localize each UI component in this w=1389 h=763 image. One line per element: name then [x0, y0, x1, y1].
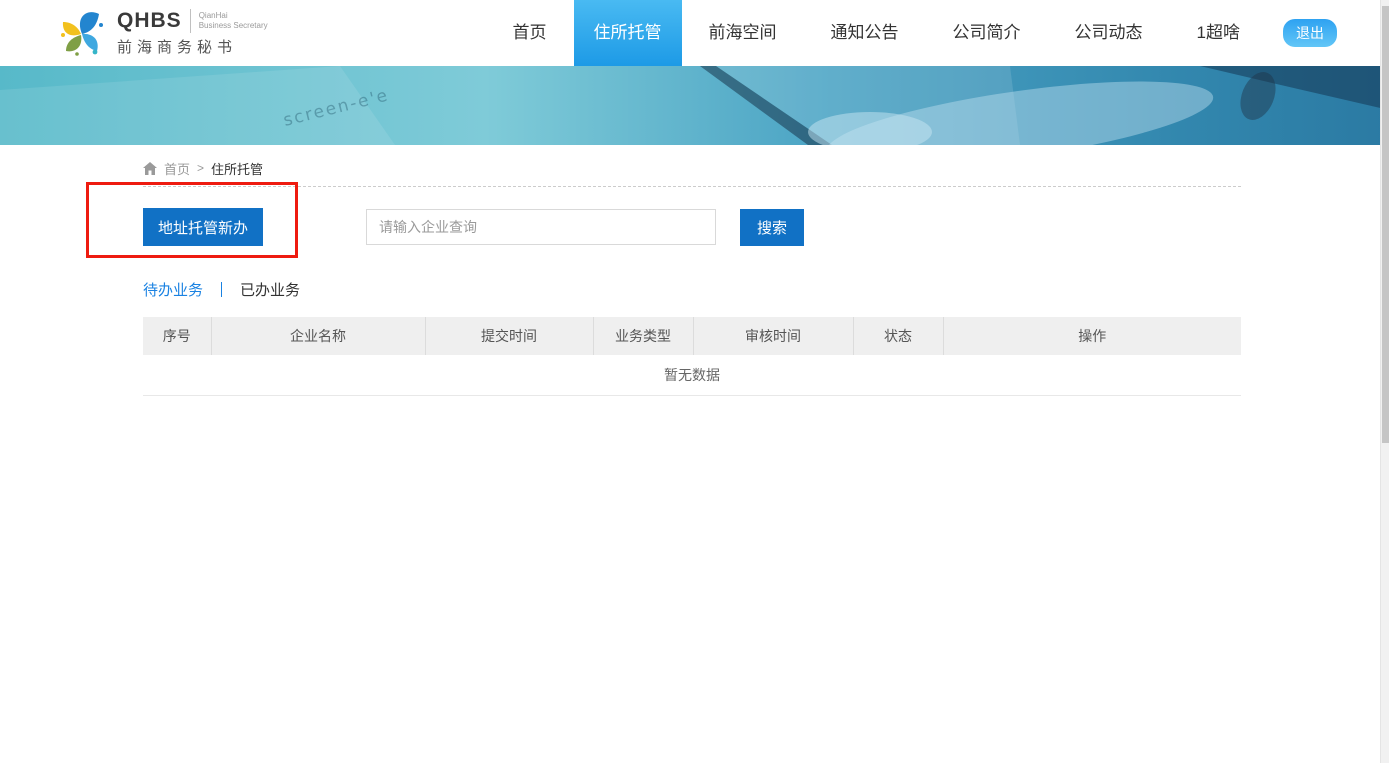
- breadcrumb: 首页 > 住所托管: [143, 145, 1241, 178]
- column-review-time: 审核时间: [693, 317, 853, 355]
- column-submit-time: 提交时间: [425, 317, 593, 355]
- logo-pinwheel-icon: [55, 7, 107, 59]
- logo-abbr: QHBS: [117, 9, 182, 33]
- vertical-scrollbar[interactable]: [1380, 0, 1389, 763]
- logout-button[interactable]: 退出: [1283, 19, 1337, 47]
- tab-divider: [221, 282, 222, 297]
- banner-image: screen-e'e: [0, 66, 1389, 145]
- breadcrumb-current: 住所托管: [211, 159, 263, 178]
- empty-data-text: 暂无数据: [143, 355, 1241, 395]
- tab-pending-business[interactable]: 待办业务: [143, 279, 203, 300]
- nav-item-company-news[interactable]: 公司动态: [1048, 0, 1170, 66]
- business-table: 序号 企业名称 提交时间 业务类型 审核时间 状态 操作 暂无数据: [143, 317, 1241, 396]
- scrollbar-thumb[interactable]: [1382, 6, 1389, 443]
- main-content: 首页 > 住所托管 地址托管新办 搜索 待办业务 已办业务 序号 企业名称 提交…: [143, 145, 1241, 396]
- empty-row: 暂无数据: [143, 355, 1241, 395]
- nav-item-home[interactable]: 首页: [486, 0, 574, 66]
- table-header-row: 序号 企业名称 提交时间 业务类型 审核时间 状态 操作: [143, 317, 1241, 355]
- column-status: 状态: [853, 317, 943, 355]
- logo-text: QHBS QianHai Business Secretary 前海商务秘书: [117, 9, 268, 57]
- nav-item-notices[interactable]: 通知公告: [804, 0, 926, 66]
- top-bar: QHBS QianHai Business Secretary 前海商务秘书 首…: [0, 0, 1389, 66]
- logo-divider: [190, 9, 191, 33]
- logo[interactable]: QHBS QianHai Business Secretary 前海商务秘书: [55, 7, 268, 59]
- breadcrumb-separator: >: [197, 161, 204, 175]
- enterprise-search-input[interactable]: [366, 209, 716, 245]
- new-address-hosting-button[interactable]: 地址托管新办: [143, 208, 263, 246]
- nav-item-company-profile[interactable]: 公司简介: [926, 0, 1048, 66]
- logo-subtitle: QianHai Business Secretary: [199, 11, 268, 32]
- action-row: 地址托管新办 搜索: [143, 208, 1241, 246]
- nav-item-residence-hosting[interactable]: 住所托管: [574, 0, 682, 66]
- column-business-type: 业务类型: [593, 317, 693, 355]
- business-tabs: 待办业务 已办业务: [143, 279, 1241, 300]
- breadcrumb-home[interactable]: 首页: [164, 159, 190, 178]
- search-button[interactable]: 搜索: [740, 209, 804, 246]
- tab-completed-business[interactable]: 已办业务: [240, 279, 300, 300]
- logo-chinese-name: 前海商务秘书: [117, 36, 268, 57]
- column-enterprise-name: 企业名称: [211, 317, 425, 355]
- main-nav: 首页 住所托管 前海空间 通知公告 公司简介 公司动态 1超啥 退出: [486, 0, 1389, 66]
- user-name[interactable]: 1超啥: [1170, 0, 1267, 66]
- nav-item-qianhai-space[interactable]: 前海空间: [682, 0, 804, 66]
- dashed-divider: [143, 186, 1241, 187]
- column-serial-number: 序号: [143, 317, 211, 355]
- column-operation: 操作: [943, 317, 1241, 355]
- home-icon: [143, 162, 157, 175]
